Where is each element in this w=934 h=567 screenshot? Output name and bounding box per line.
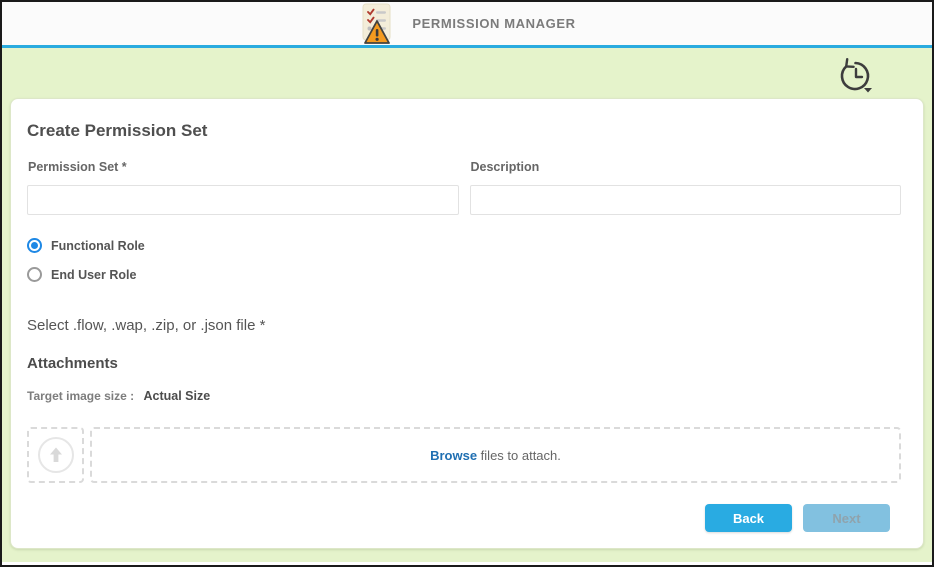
permission-set-field-group: Permission Set * xyxy=(27,160,459,215)
target-size-label: Target image size : xyxy=(27,389,134,403)
history-restore-icon xyxy=(834,55,876,95)
form-field-row: Permission Set * Description xyxy=(27,160,901,215)
upload-icon-box[interactable] xyxy=(27,427,84,483)
next-button[interactable]: Next xyxy=(803,504,890,532)
create-permission-set-card: Create Permission Set Permission Set * D… xyxy=(10,98,924,549)
permission-set-input[interactable] xyxy=(27,185,459,215)
target-size-value: Actual Size xyxy=(144,389,211,403)
browse-suffix-text: files to attach. xyxy=(477,448,561,463)
browse-files-link[interactable]: Browse xyxy=(430,448,477,463)
radio-functional-role[interactable]: Functional Role xyxy=(27,236,901,255)
history-restore-button[interactable] xyxy=(834,55,876,95)
app-header: PERMISSION MANAGER xyxy=(2,2,932,48)
attachments-heading: Attachments xyxy=(27,355,901,372)
description-label: Description xyxy=(471,160,902,174)
footer-button-row: Back Next xyxy=(27,504,890,532)
file-dropzone[interactable]: Browse files to attach. xyxy=(90,427,901,483)
target-image-size-line: Target image size : Actual Size xyxy=(27,389,901,403)
radio-end-user-role[interactable]: End User Role xyxy=(27,265,901,284)
permission-set-label: Permission Set * xyxy=(28,160,459,174)
back-button[interactable]: Back xyxy=(705,504,792,532)
page-title: Create Permission Set xyxy=(27,121,901,141)
radio-end-user-role-label: End User Role xyxy=(51,268,136,282)
role-radio-group: Functional Role End User Role xyxy=(27,236,901,284)
radio-functional-role-label: Functional Role xyxy=(51,239,145,253)
radio-circle-icon[interactable] xyxy=(27,267,42,282)
description-input[interactable] xyxy=(470,185,902,215)
permission-checklist-warning-icon xyxy=(358,3,398,47)
attachment-upload-row: Browse files to attach. xyxy=(27,427,901,483)
description-field-group: Description xyxy=(470,160,902,215)
upload-arrow-icon xyxy=(38,437,74,473)
radio-circle-icon[interactable] xyxy=(27,238,42,253)
app-title: PERMISSION MANAGER xyxy=(412,16,575,31)
file-type-prompt: Select .flow, .wap, .zip, or .json file … xyxy=(27,317,901,334)
main-area: Create Permission Set Permission Set * D… xyxy=(2,48,932,562)
